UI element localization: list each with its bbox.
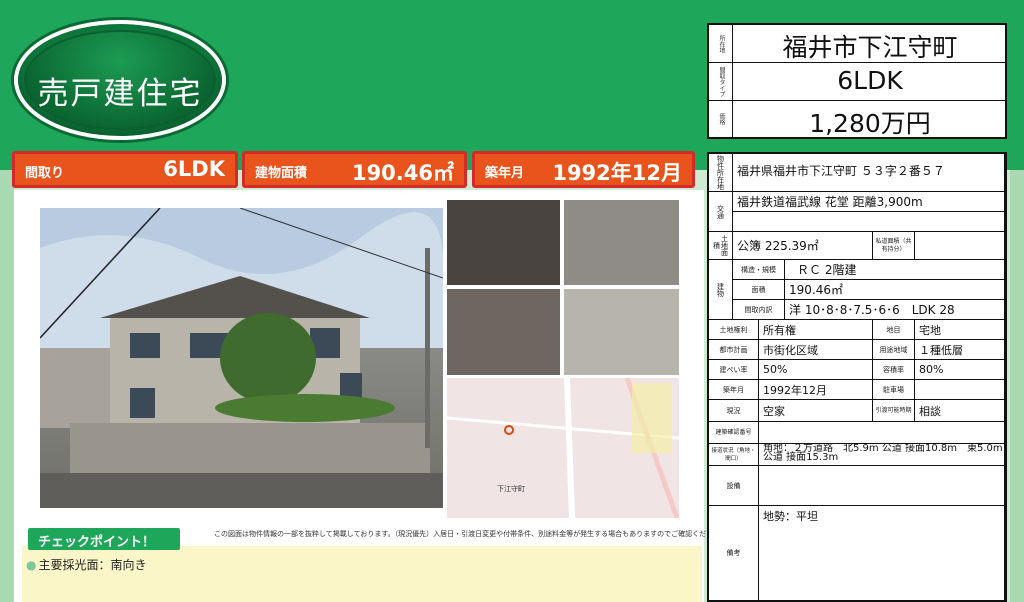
tag-built-date-value: 1992年12月 (552, 161, 682, 185)
land-cat-value: 宅地 (915, 320, 1005, 340)
disclaimer-text: この図面は物件情報の一部を抜粋して掲載しております。（現況優先）入居日・引渡日変… (214, 530, 728, 538)
washroom-photo (447, 289, 560, 375)
road-key: 接道状況（角地・間口） (709, 444, 759, 466)
left-band (0, 170, 14, 602)
road-value: 角地：２方道路 北5.9m 公道 接面10.8m 東5.0m 公道 接面15.3… (759, 444, 1005, 466)
land-right-key: 土地権利 (709, 320, 759, 340)
summary-price-key: 価格 (709, 101, 733, 137)
floor-area-key: 面積 (733, 280, 785, 300)
summary-layout-key: 間取タイプ (709, 63, 733, 100)
checkpoint-item: 主要採光面：南向き (26, 556, 146, 573)
summary-location-row: 所在地 福井市下江守町 (709, 25, 1005, 63)
transport-value: 福井鉄道福武線 花堂 距離3,900m (733, 192, 1005, 212)
summary-panel: 所在地 福井市下江守町 間取タイプ 6LDK 価格 1,280万円 (707, 23, 1007, 139)
remarks-value: 地勢：平坦 (759, 506, 1005, 600)
zoning-value: １種低層 (915, 340, 1005, 360)
map-label: 下江守町 (497, 485, 525, 493)
tag-floor-area: 建物面積 190.46㎡ (242, 151, 467, 188)
floor-area-value: 190.46㎡ (785, 280, 1005, 300)
city-plan-key: 都市計画 (709, 340, 759, 360)
equip-value (759, 466, 1005, 506)
right-band (1010, 170, 1024, 602)
zoning-key: 用途地域 (873, 340, 915, 360)
parking-key: 駐車場 (873, 380, 915, 400)
tag-built-date-label: 築年月 (485, 166, 525, 181)
checkpoint-box (22, 546, 702, 602)
parking-value (915, 380, 1005, 400)
rooms-key: 間取内訳 (733, 300, 785, 320)
house-photo (40, 208, 443, 508)
confirm-key: 建築確認番号 (709, 422, 759, 444)
tag-floor-area-label: 建物面積 (255, 166, 308, 181)
map-roads (447, 378, 679, 518)
bathroom-photo (564, 200, 679, 285)
summary-price-row: 価格 1,280万円 (709, 101, 1005, 138)
land-right-value: 所有権 (759, 320, 873, 340)
transport-blank (733, 212, 1005, 232)
private-road-key: 私道面積（共有持分） (873, 232, 915, 260)
confirm-value (759, 422, 1005, 444)
built-value: 1992年12月 (759, 380, 873, 400)
summary-location-key: 所在地 (709, 25, 733, 62)
city-plan-value: 市街化区域 (759, 340, 873, 360)
private-road-value (915, 232, 1005, 260)
address-key: 物件所在地 (709, 154, 733, 192)
kitchen-photo (447, 200, 560, 285)
current-value: 空家 (759, 400, 873, 422)
bcr-key: 建ぺい率 (709, 360, 759, 380)
tag-built-date: 築年月 1992年12月 (472, 151, 695, 188)
road-line-2: 公道 接面15.3m (763, 452, 839, 463)
checkpoint-title: チェックポイント！ (28, 528, 180, 550)
equip-key: 設備 (709, 466, 759, 506)
rooms-value: 洋 10･8･8･7.5･6･6 LDK 28 (785, 300, 1005, 320)
address-value: 福井県福井市下江守町 ５３字２番５７ (733, 154, 1005, 192)
house-illustration (40, 208, 443, 508)
summary-layout: 6LDK (837, 66, 903, 95)
handover-value: 相談 (915, 400, 1005, 422)
location-map: 下江守町 (447, 378, 679, 518)
far-value: 80% (915, 360, 1005, 380)
tag-floor-area-value: 190.46㎡ (351, 161, 454, 185)
building-key: 建物 (709, 260, 733, 320)
structure-key: 構造・規模 (733, 260, 785, 280)
current-key: 現況 (709, 400, 759, 422)
built-key: 築年月 (709, 380, 759, 400)
land-area-key: 土地面積 (709, 232, 733, 260)
far-key: 容積率 (873, 360, 915, 380)
tag-layout-label: 間取り (25, 166, 65, 181)
toilet-photo (564, 289, 679, 375)
summary-location: 福井市下江守町 (782, 33, 958, 62)
summary-layout-row: 間取タイプ 6LDK (709, 63, 1005, 101)
remarks-key: 備考 (709, 506, 759, 600)
structure-value: ＲＣ 2階建 (785, 260, 1005, 280)
property-type-badge: 売戸建住宅 (14, 20, 226, 140)
tag-layout: 間取り 6LDK (12, 151, 238, 188)
summary-price: 1,280万円 (809, 109, 931, 138)
tag-layout-value: 6LDK (163, 157, 225, 181)
handover-key: 引渡可能時期 (873, 400, 915, 422)
spec-table: 物件所在地 福井県福井市下江守町 ５３字２番５７ 交通 福井鉄道福武線 花堂 距… (707, 152, 1007, 602)
transport-key: 交通 (709, 192, 733, 232)
badge-title: 売戸建住宅 (37, 76, 203, 112)
land-area-value: 公簿 225.39㎡ (733, 232, 873, 260)
land-cat-key: 地目 (873, 320, 915, 340)
bcr-value: 50% (759, 360, 873, 380)
